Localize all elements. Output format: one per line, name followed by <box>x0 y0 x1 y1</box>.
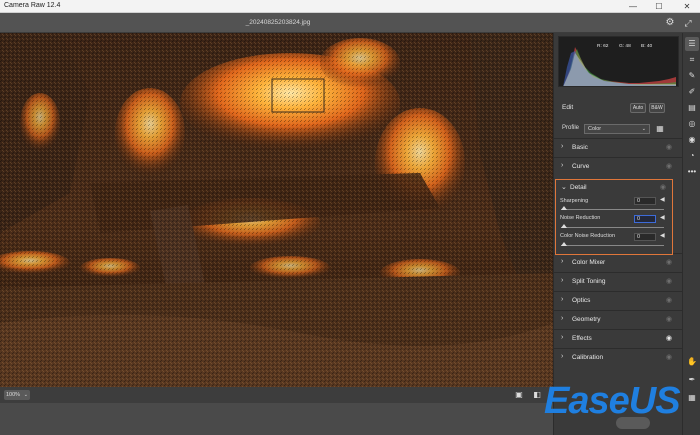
section-calibration[interactable]: › Calibration ◉ <box>554 348 683 366</box>
color-noise-reduction-track[interactable] <box>561 245 664 246</box>
section-label: Calibration <box>572 354 604 361</box>
chevron-right-icon: › <box>561 315 564 322</box>
r-value: R: 62 <box>597 44 609 49</box>
tool-strip: ☰ ⌗ ✎ ✐ ▤ ◎ ◉ ◔ ••• ✋ ✒ ▦ <box>682 33 700 435</box>
hand-icon[interactable]: ✋ <box>685 355 699 369</box>
section-effects[interactable]: › Effects ◉ <box>554 329 683 347</box>
sharpening-label: Sharpening <box>560 198 589 204</box>
eye-icon[interactable]: ◉ <box>660 183 666 191</box>
eye-icon[interactable]: ◉ <box>666 296 672 304</box>
brush-icon[interactable]: ✐ <box>685 85 699 99</box>
fullscreen-icon[interactable]: ⤢ <box>682 17 694 29</box>
section-split-toning[interactable]: › Split Toning ◉ <box>554 272 683 290</box>
minimize-button[interactable]: — <box>622 0 644 13</box>
section-label: Basic <box>572 144 588 151</box>
profile-value: Color <box>588 126 602 132</box>
section-label: Curve <box>572 163 590 170</box>
presets-icon[interactable]: ◔ <box>685 149 699 163</box>
sliders-icon[interactable]: ☰ <box>685 37 699 51</box>
section-label: Color Mixer <box>572 259 606 266</box>
eye-icon[interactable]: ◉ <box>666 353 672 361</box>
noise-reduction-value[interactable]: 0 <box>634 215 656 223</box>
heal-brush-icon[interactable]: ✎ <box>685 69 699 83</box>
eye-icon[interactable]: ◉ <box>666 334 672 342</box>
chevron-right-icon: › <box>561 353 564 360</box>
section-color-mixer[interactable]: › Color Mixer ◉ <box>554 253 683 271</box>
watermark-text: EaseUS <box>544 380 681 422</box>
zoom-value: 100% <box>6 392 21 398</box>
section-basic[interactable]: › Basic ◉ <box>554 138 683 156</box>
chevron-right-icon: › <box>561 162 564 169</box>
more-icon[interactable]: ••• <box>685 165 699 179</box>
section-geometry[interactable]: › Geometry ◉ <box>554 310 683 328</box>
triangle-icon[interactable]: ◀ <box>660 214 665 221</box>
profile-row: Profile Color ⌄ ▦ <box>554 121 683 137</box>
chevron-down-icon: ⌄ <box>641 126 646 132</box>
image-canvas[interactable] <box>0 33 553 387</box>
photo-preview <box>0 33 553 387</box>
easeus-watermark: EaseUS <box>540 378 700 434</box>
section-label: Split Toning <box>572 278 606 285</box>
maximize-button[interactable]: ☐ <box>648 0 670 13</box>
chevron-right-icon: › <box>561 296 564 303</box>
eye-icon[interactable]: ◉ <box>666 277 672 285</box>
profile-browser-icon[interactable]: ▦ <box>655 124 665 134</box>
color-noise-reduction-value[interactable]: 0 <box>634 233 656 241</box>
edit-header: Edit Auto B&W <box>554 99 683 117</box>
bw-button[interactable]: B&W <box>649 103 665 113</box>
crop-icon[interactable]: ⌗ <box>685 53 699 67</box>
section-label: Optics <box>572 297 591 304</box>
section-optics[interactable]: › Optics ◉ <box>554 291 683 309</box>
filmstrip-icon[interactable]: ▣ <box>514 390 524 400</box>
auto-button[interactable]: Auto <box>630 103 646 113</box>
eye-icon[interactable]: ◉ <box>666 143 672 151</box>
canvas-bottombar: 100% ⌄ ▣ ◧ <box>0 387 553 403</box>
chevron-down-icon: ⌄ <box>561 184 567 191</box>
section-label: Geometry <box>572 316 601 323</box>
detail-header[interactable]: ⌄ Detail ◉ <box>556 180 672 194</box>
section-label: Detail <box>570 184 587 191</box>
chevron-down-icon: ⌄ <box>23 392 28 398</box>
section-curve[interactable]: › Curve ◉ <box>554 157 683 175</box>
b-value: B: 40 <box>641 44 653 49</box>
eye-icon[interactable]: ◉ <box>666 258 672 266</box>
eye-icon[interactable]: ◉ <box>666 315 672 323</box>
eye-icon[interactable]: ◉ <box>666 162 672 170</box>
gradient-icon[interactable]: ▤ <box>685 101 699 115</box>
color-noise-reduction-label: Color Noise Reduction <box>560 233 616 239</box>
section-label: Effects <box>572 335 592 342</box>
chevron-right-icon: › <box>561 143 564 150</box>
zoom-select[interactable]: 100% ⌄ <box>4 390 30 400</box>
chevron-right-icon: › <box>561 258 564 265</box>
sharpening-value[interactable]: 0 <box>634 197 656 205</box>
window-title: Camera Raw 12.4 <box>4 2 61 9</box>
red-eye-icon[interactable]: ◉ <box>685 133 699 147</box>
chevron-right-icon: › <box>561 277 564 284</box>
triangle-icon[interactable]: ◀ <box>660 232 665 239</box>
profile-label: Profile <box>562 125 580 131</box>
sharpening-thumb[interactable] <box>561 206 567 210</box>
window-titlebar: Camera Raw 12.4 — ☐ ✕ <box>0 0 700 13</box>
color-noise-reduction-thumb[interactable] <box>561 242 567 246</box>
chevron-right-icon: › <box>561 334 564 341</box>
file-name: _20240825203824.jpg <box>245 19 311 26</box>
histogram: R: 62 G: 48 B: 40 <box>558 36 679 87</box>
sharpening-track[interactable] <box>561 209 664 210</box>
edit-title: Edit <box>562 104 574 111</box>
noise-reduction-thumb[interactable] <box>561 224 567 228</box>
section-detail: ⌄ Detail ◉ Sharpening 0 ◀ Noise Reductio… <box>555 179 673 255</box>
noise-reduction-track[interactable] <box>561 227 664 228</box>
profile-select[interactable]: Color ⌄ <box>584 124 650 134</box>
radial-filter-icon[interactable]: ◎ <box>685 117 699 131</box>
app-topbar: _20240825203824.jpg ⚙ ⤢ <box>0 13 700 33</box>
gear-icon[interactable]: ⚙ <box>664 17 676 29</box>
close-button[interactable]: ✕ <box>676 0 698 13</box>
noise-reduction-label: Noise Reduction <box>560 215 601 221</box>
triangle-icon[interactable]: ◀ <box>660 196 665 203</box>
g-value: G: 48 <box>619 44 631 49</box>
